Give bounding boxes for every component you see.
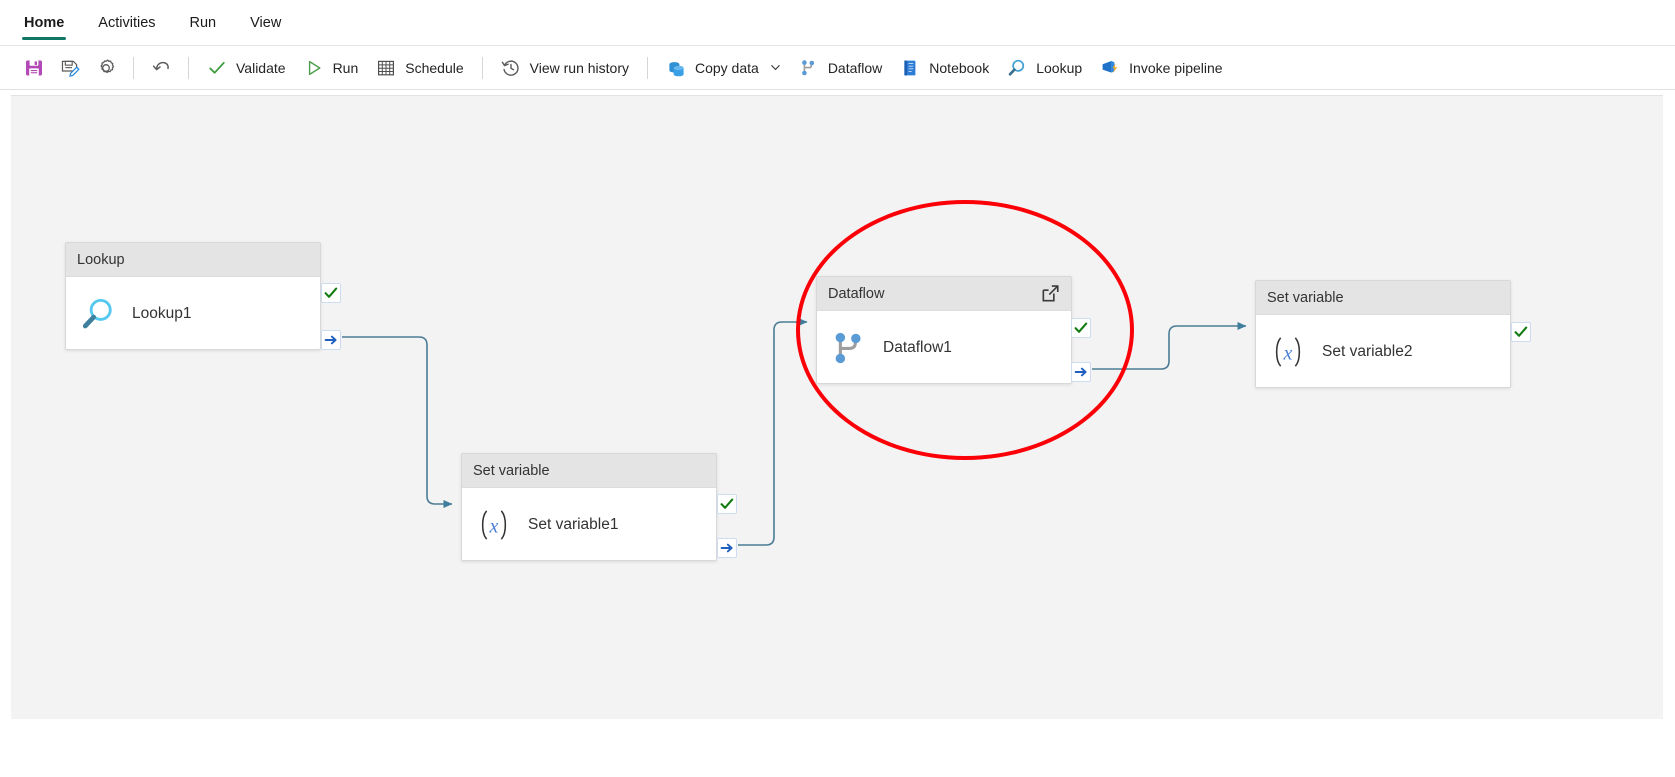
toolbar-button-label: Schedule bbox=[405, 59, 464, 76]
chevron-down-icon[interactable] bbox=[768, 62, 781, 73]
undo-icon bbox=[151, 58, 171, 78]
ribbon-tab-label: Home bbox=[24, 14, 65, 31]
ribbon-tab-home[interactable]: Home bbox=[14, 0, 74, 46]
activity-node-name: Dataflow1 bbox=[883, 339, 952, 356]
copy-data-icon bbox=[666, 58, 686, 78]
settings-gear-icon bbox=[96, 58, 116, 78]
activity-node-body: x Set variable1 bbox=[462, 488, 716, 562]
toolbar-button-label: Copy data bbox=[694, 59, 759, 76]
toolbar-button-save-as[interactable] bbox=[52, 52, 88, 84]
svg-text:x: x bbox=[1283, 342, 1293, 364]
toolbar-button-label: Dataflow bbox=[827, 59, 883, 76]
toolbar-separator bbox=[133, 56, 134, 79]
connector-setvariable1-to-dataflow1 bbox=[738, 318, 808, 546]
connector-lookup1-to-setvariable1 bbox=[342, 336, 453, 508]
toolbar-button-label: Run bbox=[332, 59, 359, 76]
ribbon-tab-run[interactable]: Run bbox=[180, 0, 227, 46]
toolbar-button-label: Lookup bbox=[1036, 59, 1083, 76]
toolbar-separator bbox=[646, 56, 648, 79]
output-port-success-lookup1[interactable] bbox=[321, 283, 341, 303]
activity-node-setvariable1[interactable]: Set variable x Set variable1 bbox=[461, 453, 717, 561]
dataflow-icon bbox=[799, 58, 819, 78]
activity-node-name: Set variable1 bbox=[528, 516, 619, 533]
run-play-icon bbox=[304, 58, 324, 78]
output-port-completion-dataflow1[interactable] bbox=[1071, 362, 1091, 382]
ribbon-tab-activities[interactable]: Activities bbox=[88, 0, 165, 46]
activity-node-name: Lookup1 bbox=[132, 305, 192, 322]
activity-node-name: Set variable2 bbox=[1322, 343, 1413, 360]
toolbar-separator bbox=[188, 56, 189, 79]
toolbar-button-settings-gear[interactable] bbox=[88, 52, 124, 84]
toolbar-button-invoke-pipeline[interactable]: Invoke pipeline bbox=[1091, 52, 1231, 84]
schedule-calendar-icon bbox=[376, 58, 396, 78]
lookup-magnifier-icon bbox=[1007, 58, 1027, 78]
output-port-success-dataflow1[interactable] bbox=[1071, 318, 1091, 338]
activity-node-body: x Set variable2 bbox=[1256, 315, 1510, 389]
activity-node-body: Dataflow1 bbox=[817, 311, 1071, 385]
toolbar-button-validate[interactable]: Validate bbox=[198, 52, 295, 84]
notebook-icon bbox=[900, 58, 920, 78]
open-external-icon[interactable] bbox=[1040, 283, 1061, 304]
toolbar-button-save[interactable] bbox=[16, 52, 52, 84]
ribbon-tab-label: View bbox=[250, 14, 282, 31]
toolbar-button-view-run-history[interactable]: View run history bbox=[492, 52, 638, 84]
node-lookup-icon bbox=[78, 294, 118, 334]
activity-node-header: Set variable bbox=[1256, 281, 1510, 315]
toolbar-separator bbox=[481, 56, 483, 79]
activity-node-lookup1[interactable]: Lookup Lookup1 bbox=[65, 242, 321, 350]
activity-node-type-label: Set variable bbox=[1267, 289, 1344, 306]
toolbar-button-label: Notebook bbox=[929, 59, 990, 76]
activity-node-header: Dataflow bbox=[817, 277, 1071, 311]
ribbon-tab-label: Run bbox=[189, 14, 217, 31]
toolbar-button-lookup[interactable]: Lookup bbox=[998, 52, 1091, 84]
pipeline-editor: Home Activities Run View Validate Run Schedul… bbox=[0, 0, 1675, 777]
validate-check-icon bbox=[207, 58, 227, 78]
set-variable-icon: x bbox=[474, 505, 514, 545]
activity-node-header: Set variable bbox=[462, 454, 716, 488]
set-variable-icon: x bbox=[1268, 332, 1308, 372]
activity-node-type-label: Dataflow bbox=[828, 285, 885, 302]
toolbar-button-undo[interactable] bbox=[143, 52, 179, 84]
invoke-pipeline-icon bbox=[1100, 58, 1120, 78]
activity-node-type-label: Lookup bbox=[77, 251, 125, 268]
toolbar-button-run[interactable]: Run bbox=[295, 52, 368, 84]
pipeline-canvas[interactable]: Lookup Lookup1 Set variable x Set variable1 D… bbox=[11, 95, 1663, 719]
save-icon bbox=[24, 58, 44, 78]
svg-text:x: x bbox=[489, 515, 499, 537]
toolbar-button-schedule[interactable]: Schedule bbox=[367, 52, 472, 84]
output-port-success-setvariable2[interactable] bbox=[1511, 322, 1531, 342]
ribbon-toolbar: Validate Run Schedule View run history Copy … bbox=[0, 46, 1675, 90]
toolbar-button-label: View run history bbox=[529, 59, 629, 76]
view-run-history-clock-icon bbox=[501, 58, 521, 78]
activity-node-setvariable2[interactable]: Set variable x Set variable2 bbox=[1255, 280, 1511, 388]
toolbar-button-notebook[interactable]: Notebook bbox=[891, 52, 998, 84]
ribbon-tab-bar: Home Activities Run View bbox=[0, 0, 1675, 46]
activity-node-header: Lookup bbox=[66, 243, 320, 277]
toolbar-button-dataflow[interactable]: Dataflow bbox=[790, 52, 891, 84]
output-port-success-setvariable1[interactable] bbox=[717, 494, 737, 514]
activity-node-type-label: Set variable bbox=[473, 462, 550, 479]
activity-node-body: Lookup1 bbox=[66, 277, 320, 351]
output-port-completion-setvariable1[interactable] bbox=[717, 538, 737, 558]
output-port-completion-lookup1[interactable] bbox=[321, 330, 341, 350]
connector-dataflow1-to-setvariable2 bbox=[1092, 322, 1247, 370]
activity-node-dataflow1[interactable]: Dataflow Dataflow1 bbox=[816, 276, 1072, 384]
toolbar-button-label: Invoke pipeline bbox=[1129, 59, 1223, 76]
ribbon-tab-view[interactable]: View bbox=[240, 0, 291, 46]
toolbar-button-label: Validate bbox=[236, 59, 286, 76]
toolbar-button-copy-data[interactable]: Copy data bbox=[657, 52, 790, 84]
connector-layer bbox=[342, 318, 1247, 546]
save-as-icon bbox=[60, 58, 80, 78]
node-dataflow-icon bbox=[829, 328, 869, 368]
ribbon-tab-label: Activities bbox=[98, 14, 156, 31]
